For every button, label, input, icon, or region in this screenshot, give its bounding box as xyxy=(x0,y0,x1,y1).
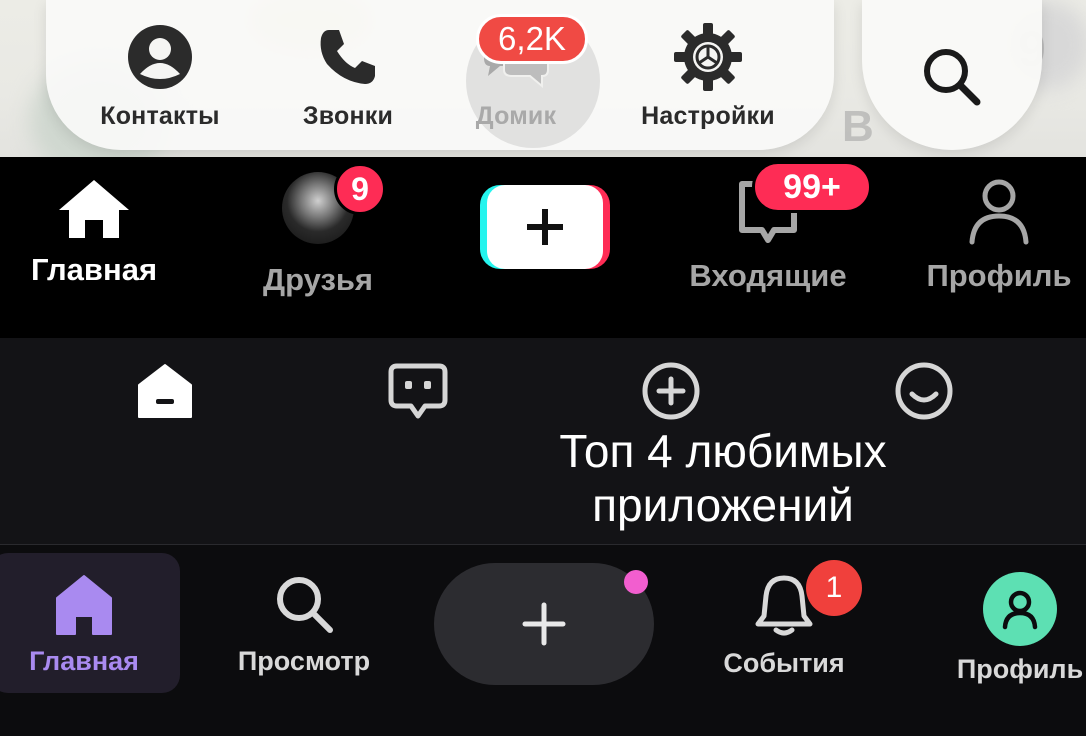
tab-label: Главная xyxy=(29,646,139,676)
tab-home[interactable]: Главная xyxy=(0,572,174,677)
profile-icon xyxy=(1002,590,1038,630)
tab-label: События xyxy=(723,648,845,678)
tab-profile[interactable]: Профиль xyxy=(904,176,1086,294)
tab-label: Друзья xyxy=(263,262,373,297)
tab-label: Звонки xyxy=(302,102,394,130)
search-icon xyxy=(277,577,333,633)
inbox-badge: 99+ xyxy=(752,161,872,213)
avatar xyxy=(983,572,1057,646)
gear-icon xyxy=(674,23,742,91)
caption-line: приложений xyxy=(592,479,854,531)
tab-label: Просмотр xyxy=(237,646,371,676)
events-badge: 1 xyxy=(806,560,862,616)
phone-icon xyxy=(320,30,375,84)
tab-profile[interactable]: Профиль xyxy=(930,572,1086,685)
home-icon xyxy=(138,364,192,418)
unread-badge: 6,2K xyxy=(476,14,588,64)
add-circle-icon xyxy=(642,362,700,420)
caption-line: Топ 4 любимых xyxy=(559,425,887,477)
home-icon xyxy=(59,180,129,238)
tab-label: Входящие xyxy=(689,258,847,293)
caption-overlay: Топ 4 любимых приложений xyxy=(500,424,946,532)
tab-label: Контакты xyxy=(100,102,220,130)
tab-browse[interactable]: Просмотр xyxy=(214,572,394,677)
friends-badge: 9 xyxy=(334,163,386,215)
background-text: В xyxy=(842,102,874,151)
tab-label: Главная xyxy=(30,252,158,287)
tab-contacts[interactable]: Контакты xyxy=(80,20,240,131)
tab-label: Домик xyxy=(475,102,557,130)
tab-add[interactable] xyxy=(638,358,704,424)
tab-chat[interactable] xyxy=(385,358,451,424)
create-plus-icon xyxy=(527,209,563,245)
create-button[interactable] xyxy=(480,185,610,269)
tab-label: Профиль xyxy=(956,654,1084,684)
tab-calls[interactable]: Звонки xyxy=(268,20,428,131)
tab-label: Профиль xyxy=(926,258,1072,293)
home-icon xyxy=(56,575,112,635)
search-icon xyxy=(924,49,981,106)
tab-home[interactable]: Главная xyxy=(14,176,174,288)
profile-icon xyxy=(969,179,1029,245)
create-button[interactable] xyxy=(434,563,654,685)
notification-dot xyxy=(624,570,648,594)
messenger-tab-bar: 9 В Контакты Звонки Домик xyxy=(0,0,1086,157)
plus-icon xyxy=(522,602,566,646)
tab-label: Настройки xyxy=(641,102,775,130)
chat-bubble-icon xyxy=(388,363,448,419)
tab-profile[interactable] xyxy=(891,358,957,424)
tab-settings[interactable]: Настройки xyxy=(628,20,788,131)
smile-icon xyxy=(895,362,953,420)
tab-home[interactable] xyxy=(132,358,198,424)
search-button[interactable] xyxy=(862,0,1042,150)
person-circle-icon xyxy=(128,25,192,89)
